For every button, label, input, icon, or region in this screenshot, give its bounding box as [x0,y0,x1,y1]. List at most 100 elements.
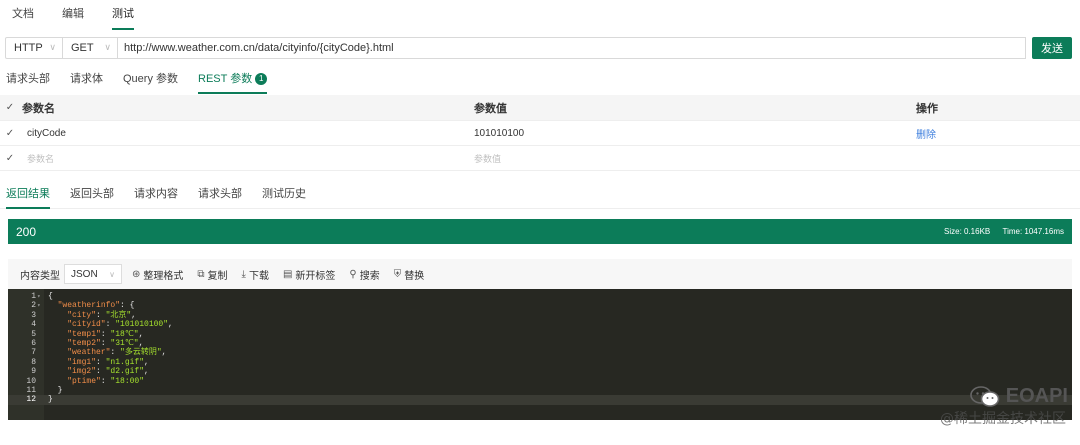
tab-docs[interactable]: 文档 [12,0,34,30]
chevron-down-icon: ∨ [109,269,115,279]
search-label: 搜索 [359,270,380,282]
check-all-icon[interactable]: ✓ [0,102,20,113]
col-header-action: 操作 [916,102,938,115]
response-code-editor[interactable]: 1 ▾{2 ▾ "weatherinfo": {3 "city": "北京", 4 "… [8,289,1072,420]
param-value-placeholder: 参数值 [474,153,502,164]
code-line: 8 "img1": "n1.gif", [8,358,1072,367]
rest-params-table: ✓ 参数名 参数值 操作 ✓ cityCode 101010100 删除 ✓ 参… [0,95,1080,171]
download-label: 下载 [248,270,269,282]
code-text: "img2": "d2.gif", [67,367,149,377]
tab-rest-params[interactable]: REST 参数 1 [198,66,268,94]
line-number: 6 [31,339,36,348]
url-input[interactable] [118,36,1026,59]
tab-sent-request-headers[interactable]: 请求头部 [198,181,242,209]
code-line: 9 "img2": "d2.gif", [8,367,1072,376]
delete-cell: 删除 [916,126,1080,141]
tab-request-headers[interactable]: 请求头部 [6,66,50,94]
table-header-row: ✓ 参数名 参数值 操作 [0,95,1080,121]
send-button[interactable]: 发送 [1032,36,1072,59]
rest-params-count-badge: 1 [255,73,268,85]
content-type-label: 内容类型 [20,270,60,282]
watermark-sub: @稀土掘金技术社区 [940,411,1066,427]
new-tab-button[interactable]: ▤ 新开标签 [283,267,335,282]
col-header-name: 参数名 [22,102,55,115]
shield-icon: ⛨ [393,268,402,280]
watermark-brand-text: EOAPI [1005,385,1068,407]
code-line: 7 "weather": "多云转阴", [8,348,1072,357]
param-name-placeholder-cell[interactable]: 参数名 [20,152,468,165]
code-text: "cityid": "101010100", [67,320,173,330]
copy-icon: ⧉ [197,268,205,280]
row-check-icon[interactable]: ✓ [0,153,20,164]
response-size: Size: 0.16KB [944,227,991,236]
code-text: } [48,395,53,405]
fold-arrow-icon[interactable]: ▾ [37,292,41,301]
code-text: "city": "北京", [67,310,137,320]
line-number: 11 [26,386,36,395]
param-value-placeholder-cell[interactable]: 参数值 [468,152,916,165]
param-value-cell[interactable]: 101010100 [468,128,916,139]
request-url-row: HTTP ∨ GET ∨ 发送 [5,36,1075,59]
response-meta: Size: 0.16KB Time: 1047.16ms [934,227,1064,236]
line-number: 2 [31,301,36,311]
delete-link[interactable]: 删除 [916,130,936,141]
code-text: "weatherinfo": { [57,301,135,311]
download-icon: ⤓ [241,268,246,280]
tab-request-body[interactable]: 请求体 [70,66,103,94]
status-code: 200 [16,224,37,239]
line-number: 7 [31,348,36,358]
line-number: 8 [31,357,36,367]
document-icon: ▤ [282,268,293,280]
table-row: ✓ cityCode 101010100 删除 [0,121,1080,146]
line-number: 10 [26,376,36,386]
tab-response-result[interactable]: 返回结果 [6,181,50,209]
line-number: 9 [31,367,36,377]
code-text: "img1": "n1.gif", [67,357,149,367]
response-toolbar: 内容类型 JSON ∨ ⊛ 整理格式 ⧉ 复制 ⤓ 下载 ▤ 新开标签 ⚲ 搜索… [8,259,1072,289]
wechat-logo-icon [969,385,1000,407]
download-button[interactable]: ⤓ 下载 [242,267,269,282]
param-name-cell[interactable]: cityCode [20,128,468,139]
code-text: "temp2": "31℃", [67,339,144,348]
line-number: 12 [26,395,36,405]
api-test-page: 文档 编辑 测试 HTTP ∨ GET ∨ 发送 请求头部 请求体 Query … [0,0,1080,445]
replace-button[interactable]: ⛨ 替换 [394,267,425,282]
code-line: 2 ▾ "weatherinfo": { [8,301,1072,310]
method-select[interactable]: GET ∨ [63,36,118,59]
code-text: } [48,386,63,395]
beautify-button[interactable]: ⊛ 整理格式 [132,267,183,282]
replace-label: 替换 [404,270,425,282]
search-button[interactable]: ⚲ 搜索 [349,267,379,282]
code-line: 3 "city": "北京", [8,311,1072,320]
table-row-empty: ✓ 参数名 参数值 [0,146,1080,171]
tab-test-history[interactable]: 测试历史 [262,181,306,209]
request-tabs: 请求头部 请求体 Query 参数 REST 参数 1 [0,66,1080,94]
code-line: 6 "temp2": "31℃", [8,339,1072,348]
line-number: 5 [31,329,36,339]
tab-request-content[interactable]: 请求内容 [134,181,178,209]
copy-label: 复制 [207,270,228,282]
row-check-icon[interactable]: ✓ [0,128,20,139]
protocol-select[interactable]: HTTP ∨ [5,36,63,59]
tab-response-headers[interactable]: 返回头部 [70,181,114,209]
line-number: 1 [31,292,36,301]
code-text: "ptime": "18:00" [67,376,145,386]
code-line: 12} [8,395,1072,405]
content-type-select[interactable]: JSON ∨ [64,264,122,284]
code-text: { [48,292,53,301]
rest-params-label: REST 参数 [198,73,253,85]
fold-arrow-icon[interactable]: ▾ [37,301,41,310]
protocol-value: HTTP [14,41,43,54]
tab-test[interactable]: 测试 [112,0,134,30]
new-tab-label: 新开标签 [295,270,336,282]
format-icon: ⊛ [132,268,141,280]
method-value: GET [71,41,94,54]
content-type-value: JSON [71,268,98,280]
code-line: 5 "temp1": "18℃", [8,330,1072,339]
code-line: 10 "ptime": "18:00" [8,377,1072,386]
copy-button[interactable]: ⧉ 复制 [197,267,227,282]
code-text: "temp1": "18℃", [67,329,144,339]
response-time: Time: 1047.16ms [1002,227,1064,236]
tab-edit[interactable]: 编辑 [62,0,84,30]
tab-query-params[interactable]: Query 参数 [123,66,178,94]
